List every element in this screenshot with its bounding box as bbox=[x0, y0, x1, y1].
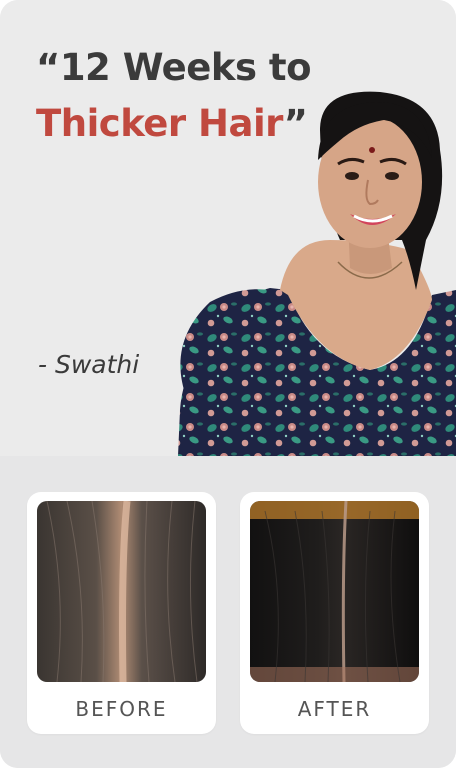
before-photo bbox=[37, 501, 206, 682]
customer-photo bbox=[178, 91, 456, 456]
testimonial-hero: “12 Weeks to Thicker Hair” - Swathi bbox=[0, 0, 456, 456]
before-card: BEFORE bbox=[27, 492, 216, 734]
after-photo bbox=[250, 501, 419, 682]
before-label: BEFORE bbox=[75, 697, 168, 721]
after-card: AFTER bbox=[240, 492, 429, 734]
after-label: AFTER bbox=[297, 697, 372, 721]
before-after-section: BEFORE AFTER bbox=[0, 456, 456, 768]
testimonial-author: - Swathi bbox=[38, 350, 140, 379]
headline-line-1: “12 Weeks to bbox=[36, 46, 312, 89]
testimonial-card: “12 Weeks to Thicker Hair” - Swathi BEFO… bbox=[0, 0, 456, 768]
